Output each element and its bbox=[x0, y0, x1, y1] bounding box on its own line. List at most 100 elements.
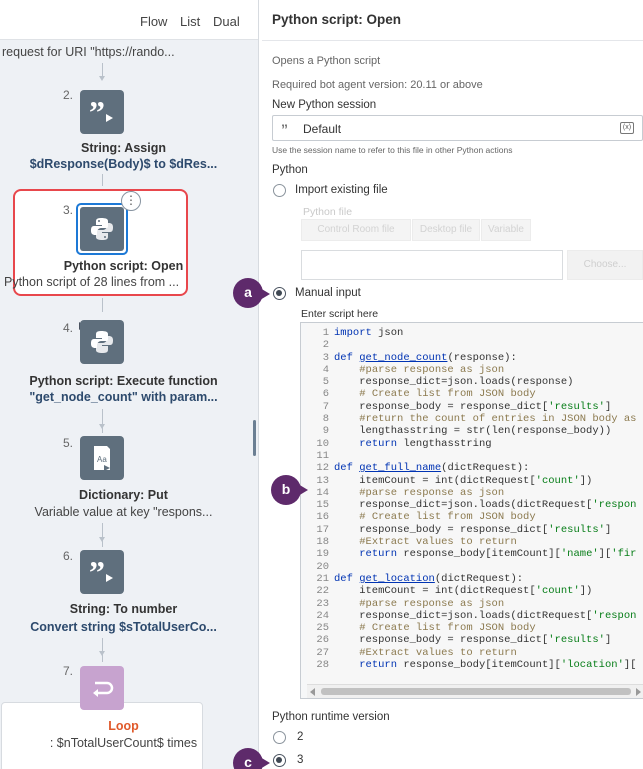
tab-variable[interactable]: Variable bbox=[481, 219, 531, 241]
connector bbox=[102, 298, 103, 312]
code-line[interactable]: 3 def get_node_count(response): bbox=[307, 352, 643, 364]
code-line[interactable]: 5 response_dict=json.loads(response) bbox=[307, 376, 643, 388]
code-line[interactable]: 6 # Create list from JSON body bbox=[307, 388, 643, 400]
code-text: import json bbox=[334, 327, 404, 339]
line-number: 13 bbox=[316, 474, 329, 487]
node-title[interactable]: Loop bbox=[0, 719, 247, 733]
node-subtitle[interactable]: Variable value at key "respons... bbox=[0, 505, 247, 519]
code-line[interactable]: 12 def get_full_name(dictRequest): bbox=[307, 462, 643, 474]
node-subtitle[interactable]: Convert string $sTotalUserCo... bbox=[0, 620, 247, 634]
code-line[interactable]: 9 lengthasstring = str(len(response_body… bbox=[307, 425, 643, 437]
code-line[interactable]: 4 #parse response as json bbox=[307, 364, 643, 376]
node-subtitle-text: $dResponse(Body)$ to $dRes... bbox=[29, 157, 218, 171]
code-text: def get_full_name(dictRequest): bbox=[334, 462, 530, 475]
line-number: 3 bbox=[322, 351, 329, 364]
code-line[interactable]: 1 import json bbox=[307, 327, 643, 339]
manual-input-radio[interactable] bbox=[273, 287, 286, 300]
python-icon[interactable] bbox=[80, 320, 124, 364]
code-line[interactable]: 2 bbox=[307, 339, 643, 351]
code-line[interactable]: 27 #Extract values to return bbox=[307, 647, 643, 659]
code-text: return response_body[itemCount]['locatio… bbox=[359, 659, 637, 672]
step-number: 4. bbox=[63, 321, 74, 335]
panel-resize-handle[interactable] bbox=[253, 420, 256, 456]
line-number: 21 bbox=[316, 572, 329, 585]
node-subtitle[interactable]: "get_node_count" with param... bbox=[0, 390, 247, 404]
node-title[interactable]: Dictionary: Put bbox=[0, 488, 247, 502]
runtime-2-radio[interactable] bbox=[273, 731, 286, 744]
code-line[interactable]: 28 return response_body[itemCount]['loca… bbox=[307, 659, 643, 671]
import-file-radio[interactable] bbox=[273, 184, 286, 197]
tab-control-room-file[interactable]: Control Room file bbox=[301, 219, 411, 241]
code-line[interactable]: 17 response_body = response_dict['result… bbox=[307, 524, 643, 536]
step-number: 3. bbox=[63, 203, 74, 217]
line-number: 18 bbox=[316, 536, 329, 549]
code-line[interactable]: 19 return response_body[itemCount]['name… bbox=[307, 548, 643, 560]
code-line[interactable]: 13 itemCount = int(dictRequest['count']) bbox=[307, 475, 643, 487]
code-text: response_dict=json.loads(response) bbox=[334, 376, 574, 389]
insert-variable-icon[interactable]: (x) bbox=[620, 122, 634, 134]
line-number: 7 bbox=[322, 400, 329, 413]
line-number: 12 bbox=[316, 462, 329, 475]
dictionary-icon[interactable]: Aa bbox=[80, 436, 124, 480]
previous-node-subtitle[interactable]: request for URI "https://rando... bbox=[2, 45, 249, 59]
import-file-label: Import existing file bbox=[295, 184, 388, 196]
callout-c-pointer bbox=[260, 757, 270, 769]
more-options-button[interactable]: ⋮ bbox=[121, 191, 141, 211]
code-line[interactable]: 8 #return the count of entries in JSON b… bbox=[307, 413, 643, 425]
code-line[interactable]: 14 #parse response as json bbox=[307, 487, 643, 499]
code-line[interactable]: 26 response_body = response_dict['result… bbox=[307, 634, 643, 646]
line-number: 4 bbox=[322, 363, 329, 376]
code-line[interactable]: 15 response_dict=json.loads(dictRequest[… bbox=[307, 499, 643, 511]
loop-icon[interactable] bbox=[80, 666, 124, 710]
session-name-input[interactable]: ” Default (x) bbox=[272, 115, 643, 141]
code-area[interactable]: 1 import json 2 3 def get_node_count(respons… bbox=[307, 323, 643, 698]
code-text: itemCount = int(dictRequest['count']) bbox=[334, 585, 593, 598]
horizontal-scrollbar[interactable] bbox=[307, 684, 643, 698]
code-line[interactable]: 7 response_body = response_dict['results… bbox=[307, 401, 643, 413]
node-subtitle[interactable]: Python script of 28 lines from ... bbox=[4, 275, 184, 289]
scrollbar-thumb[interactable] bbox=[321, 688, 631, 695]
code-line[interactable]: 24 response_dict=json.loads(dictRequest[… bbox=[307, 610, 643, 622]
quote-icon[interactable]: ” bbox=[80, 90, 124, 134]
version-note: Required bot agent version: 20.11 or abo… bbox=[272, 79, 483, 91]
node-subtitle[interactable]: $dResponse(Body)$ to $dRes... bbox=[0, 157, 247, 171]
scroll-left-icon[interactable] bbox=[310, 688, 315, 696]
quote-icon[interactable]: ” bbox=[80, 550, 124, 594]
node-title[interactable]: Python script: Execute function bbox=[0, 374, 247, 388]
node-title[interactable]: String: Assign bbox=[0, 141, 247, 155]
connector bbox=[102, 63, 103, 77]
line-number: 11 bbox=[316, 449, 329, 462]
connector bbox=[102, 174, 103, 186]
tab-list[interactable]: List bbox=[180, 14, 200, 29]
code-line[interactable]: 21 def get_location(dictRequest): bbox=[307, 573, 643, 585]
scroll-right-icon[interactable] bbox=[636, 688, 641, 696]
code-line[interactable]: 20 bbox=[307, 561, 643, 573]
tab-flow[interactable]: Flow bbox=[140, 14, 167, 29]
code-line[interactable]: 25 # Create list from JSON body bbox=[307, 622, 643, 634]
callout-a: a bbox=[233, 278, 263, 308]
code-line[interactable]: 23 #parse response as json bbox=[307, 598, 643, 610]
code-line[interactable]: 22 itemCount = int(dictRequest['count']) bbox=[307, 585, 643, 597]
line-number: 24 bbox=[316, 609, 329, 622]
tab-dual[interactable]: Dual bbox=[213, 14, 240, 29]
code-line[interactable]: 11 bbox=[307, 450, 643, 462]
runtime-3-radio[interactable] bbox=[273, 754, 286, 767]
tab-desktop-file[interactable]: Desktop file bbox=[412, 219, 480, 241]
node-subtitle[interactable]: : $nTotalUserCount$ times bbox=[0, 736, 247, 750]
code-line[interactable]: 18 #Extract values to return bbox=[307, 536, 643, 548]
svg-text:”: ” bbox=[89, 561, 105, 583]
code-text: # Create list from JSON body bbox=[359, 388, 536, 401]
connector bbox=[102, 523, 103, 547]
code-text: response_body = response_dict['results'] bbox=[334, 400, 612, 413]
code-line[interactable]: 16 # Create list from JSON body bbox=[307, 511, 643, 523]
code-text: response_body = response_dict['results'] bbox=[334, 523, 612, 536]
file-path-input[interactable] bbox=[301, 250, 563, 280]
line-number: 20 bbox=[316, 560, 329, 573]
node-title[interactable]: Python script: Open bbox=[0, 259, 247, 273]
code-line[interactable]: 10 return lengthasstring bbox=[307, 438, 643, 450]
choose-button[interactable]: Choose... bbox=[567, 250, 643, 280]
selected-node-icon-frame[interactable] bbox=[76, 203, 128, 255]
code-text: response_body = response_dict['results'] bbox=[334, 634, 612, 647]
node-title[interactable]: String: To number bbox=[0, 602, 247, 616]
script-editor[interactable]: 1 import json 2 3 def get_node_count(respons… bbox=[300, 322, 643, 699]
